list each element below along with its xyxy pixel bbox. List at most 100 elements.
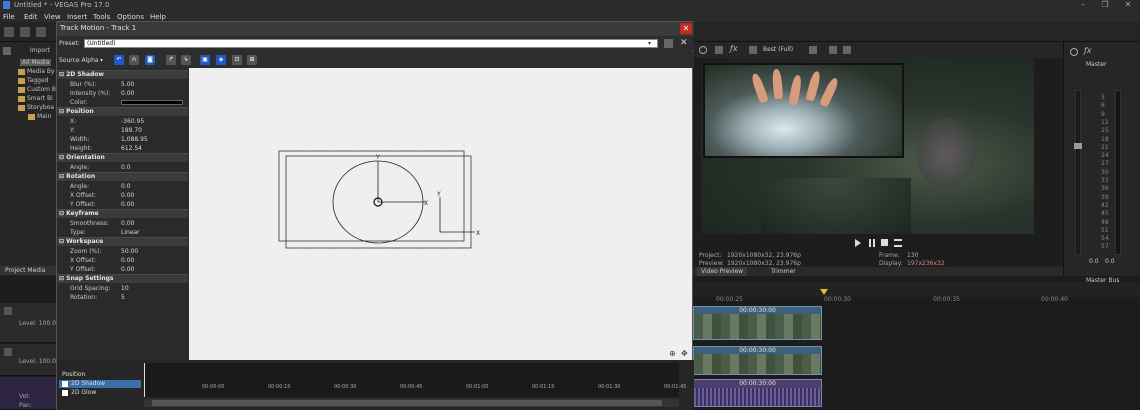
menu-insert[interactable]: Insert — [67, 13, 87, 21]
keyframe-scrollbar[interactable] — [144, 399, 679, 407]
settings-gear-icon[interactable] — [699, 46, 707, 54]
checkbox-icon[interactable] — [62, 380, 68, 387]
property-value[interactable]: 0.00 — [121, 265, 134, 274]
track-menu-icon[interactable] — [4, 307, 12, 315]
fx-icon[interactable]: ƒx — [730, 44, 738, 53]
keyframe-row-2d-shadow[interactable]: 2D Shadow — [59, 380, 141, 388]
tab-project-media[interactable]: Project Media — [0, 266, 56, 275]
new-project-icon[interactable] — [4, 27, 14, 37]
property-value[interactable]: 5 — [121, 293, 125, 302]
menu-tools[interactable]: Tools — [93, 13, 110, 21]
minimize-icon[interactable]: – — [1072, 0, 1094, 11]
edit-in-space-icon[interactable]: ▣ — [200, 55, 210, 65]
property-row[interactable]: Intensity (%): 0.00 — [57, 89, 188, 98]
property-value[interactable]: 1,088.95 — [121, 135, 148, 144]
property-row[interactable]: Zoom (%): 50.00 — [57, 247, 188, 256]
property-value[interactable]: 0.00 — [121, 200, 134, 209]
tree-item-storyboard[interactable]: Storyboa — [18, 104, 54, 111]
overlay-icon[interactable] — [749, 46, 757, 54]
property-value[interactable]: 0.00 — [121, 219, 134, 228]
property-row[interactable]: Grid Spacing: 10 — [57, 284, 188, 293]
track-header-1[interactable]: Level: 100.0 — [0, 303, 56, 343]
volume-fader-handle[interactable] — [1074, 143, 1082, 149]
property-row[interactable]: Blur (%): 5.00 — [57, 80, 188, 89]
property-value[interactable]: 10 — [121, 284, 129, 293]
tree-item-custom[interactable]: Custom B — [18, 86, 56, 93]
magnet-snap-icon[interactable]: ∩ — [129, 55, 139, 65]
keyframe-cursor[interactable] — [144, 363, 145, 397]
track-menu-icon[interactable] — [4, 348, 12, 356]
menu-options[interactable]: Options — [117, 13, 144, 21]
pause-icon[interactable] — [869, 239, 875, 247]
grid-icon[interactable] — [809, 46, 817, 54]
keyframe-row-position[interactable]: Position — [59, 371, 141, 379]
tree-item-main[interactable]: Main — [28, 113, 51, 120]
delete-preset-icon[interactable]: ✕ — [680, 38, 688, 48]
save-snapshot-icon[interactable] — [843, 46, 851, 54]
video-clip-1[interactable]: 00:00:30:00 — [693, 306, 822, 340]
track-header-audio[interactable]: Vol: Pan: — [0, 377, 56, 410]
video-clip-2[interactable]: 00:00:30:00 — [693, 346, 822, 375]
property-row[interactable]: Angle: 0.0 — [57, 182, 188, 191]
property-value[interactable]: 189.70 — [121, 126, 142, 135]
lock-y-icon[interactable]: ↳ — [181, 55, 191, 65]
zoom-icon[interactable]: ⊕ — [669, 349, 676, 358]
section-header[interactable]: ⊟ Workspace — [57, 237, 188, 246]
object-mode-icon[interactable]: ◙ — [145, 55, 155, 65]
property-row[interactable]: Height: 612.54 — [57, 144, 188, 153]
property-value[interactable]: 612.54 — [121, 144, 142, 153]
tree-item-tagged[interactable]: Tagged — [18, 77, 48, 84]
keyframe-track[interactable] — [144, 363, 679, 397]
dialog-close-icon[interactable]: ✕ — [680, 23, 692, 34]
audio-clip[interactable]: 00:00:30:00 — [693, 379, 822, 407]
scrollbar-thumb[interactable] — [152, 400, 662, 406]
section-header[interactable]: ⊟ Orientation — [57, 153, 188, 162]
property-row[interactable]: X: -360.95 — [57, 117, 188, 126]
tree-item-smart-bins[interactable]: Smart Bi — [18, 95, 53, 102]
section-header[interactable]: ⊟ Keyframe — [57, 209, 188, 218]
undo-icon[interactable]: ↶ — [114, 55, 124, 65]
aspect-lock-icon[interactable]: ⊞ — [247, 55, 257, 65]
loop-icon[interactable] — [894, 239, 902, 247]
copy-snapshot-icon[interactable] — [829, 46, 837, 54]
property-value[interactable]: 0.00 — [121, 89, 134, 98]
property-row[interactable]: Color: — [57, 98, 188, 107]
property-row[interactable]: X Offset: 0.00 — [57, 256, 188, 265]
settings-gear-icon[interactable] — [1070, 48, 1078, 56]
section-header[interactable]: ⊟ 2D Shadow — [57, 70, 188, 79]
lock-x-icon[interactable]: ↱ — [166, 55, 176, 65]
import-button[interactable]: Import — [30, 47, 50, 54]
chevron-down-icon[interactable]: ▾ — [100, 57, 103, 64]
prevent-movement-icon[interactable]: ◈ — [216, 55, 226, 65]
scale-about-center-icon[interactable]: ⊡ — [232, 55, 242, 65]
play-icon[interactable] — [855, 239, 861, 247]
save-preset-icon[interactable] — [664, 39, 673, 48]
section-header[interactable]: ⊟ Snap Settings — [57, 274, 188, 283]
import-icon[interactable] — [3, 47, 11, 55]
tree-item-all-media[interactable]: All Media — [20, 59, 52, 66]
menu-edit[interactable]: Edit — [24, 13, 38, 21]
section-header[interactable]: ⊟ Rotation — [57, 172, 188, 181]
property-value[interactable]: 0.0 — [121, 182, 131, 191]
maximize-icon[interactable]: ❐ — [1094, 0, 1116, 11]
color-swatch[interactable] — [121, 100, 183, 105]
menu-help[interactable]: Help — [150, 13, 166, 21]
tab-video-preview[interactable]: Video Preview — [697, 267, 748, 276]
split-screen-icon[interactable] — [715, 46, 723, 54]
save-icon[interactable] — [36, 27, 46, 37]
preset-input[interactable]: (Untitled) — [84, 39, 658, 48]
preview-quality-select[interactable]: Best (Full) — [763, 46, 793, 53]
chevron-down-icon[interactable]: ▾ — [648, 40, 651, 47]
property-row[interactable]: Angle: 0.0 — [57, 163, 188, 172]
property-value[interactable]: 5.00 — [121, 80, 134, 89]
pan-icon[interactable]: ✥ — [681, 349, 688, 358]
motion-workspace-canvas[interactable]: Y X Y X ⊕ ✥ — [189, 68, 692, 360]
tree-item-media-by[interactable]: Media By — [18, 68, 55, 75]
source-alpha-select[interactable]: Source Alpha — [59, 57, 99, 64]
track-header-2[interactable]: Level: 100.0 — [0, 344, 56, 376]
property-row[interactable]: Smoothness: 0.00 — [57, 219, 188, 228]
tab-trimmer[interactable]: Trimmer — [767, 267, 800, 276]
keyframe-row-2d-glow[interactable]: 2D Glow — [59, 389, 141, 397]
stop-icon[interactable] — [881, 239, 888, 246]
property-row[interactable]: Y Offset: 0.00 — [57, 265, 188, 274]
